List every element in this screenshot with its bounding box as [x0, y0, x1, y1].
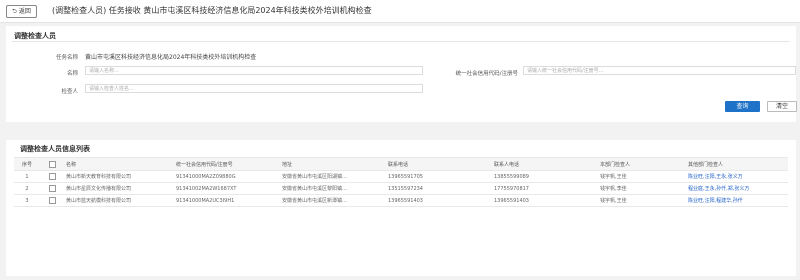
credit-code-input[interactable]: 请输入统一社会信用代码/注册号...	[523, 66, 796, 75]
row-address: 安徽省黄山市屯溪区新潭镇…	[280, 194, 386, 207]
row-name: 黄山市新天教育科技有限公司	[64, 170, 174, 183]
inspector-input[interactable]: 请输入检查人姓名...	[85, 84, 423, 93]
task-name-value: 黄山市屯溪区科技经济信息化局2024年科技类校外培训机构检查	[85, 54, 257, 61]
row-contact-phone: 17755970817	[492, 182, 598, 195]
col-address: 地址	[280, 157, 386, 171]
row-select[interactable]	[40, 182, 64, 195]
back-label: 返回	[18, 8, 31, 15]
query-button[interactable]: 查询	[725, 101, 760, 112]
row-address: 安徽省黄山市屯溪区黎阳镇…	[280, 182, 386, 195]
row-index: 2	[14, 182, 40, 195]
row-credit-code: 91341000MA2Z09880G	[174, 170, 280, 183]
row-checkbox[interactable]	[48, 185, 56, 192]
row-name: 黄山市蓝天航模科技有限公司	[64, 194, 174, 207]
other-inspector-link[interactable]: 陈业旺,汪阳,程建华,孙仟	[688, 198, 743, 204]
row-dept-inspector: 钱宇帆,王佳	[598, 170, 686, 183]
col-select-all[interactable]	[40, 157, 64, 171]
page-title: (调整检查人员) 任务接收 黄山市屯溪区科技经济信息化局2024年科技类校外培训…	[52, 6, 372, 15]
divider	[12, 41, 790, 42]
row-credit-code: 91341000MA2UC3I9H1	[174, 194, 280, 207]
row-other-inspector[interactable]: 陈业旺,汪阳,程建华,孙仟	[686, 194, 788, 207]
col-contact-phone: 联系人电话	[492, 157, 598, 171]
row-select[interactable]	[40, 194, 64, 207]
other-inspector-link[interactable]: 程业庭,王永,孙仟,郑,张义万	[688, 186, 749, 192]
col-credit-code: 统一社会信用代码/注册号	[174, 157, 280, 171]
list-title: 调整检查人员信息列表	[20, 145, 90, 153]
task-name-label: 任务名称	[55, 55, 78, 61]
name-label: 名称	[66, 71, 78, 77]
col-name: 名称	[64, 157, 174, 171]
credit-code-label: 统一社会信用代码/注册号	[455, 71, 518, 77]
table-row[interactable]: 1 黄山市新天教育科技有限公司 91341000MA2Z09880G 安徽省黄山…	[14, 170, 788, 183]
section-title: 调整检查人员	[14, 32, 56, 40]
arrow-left-icon: ⮌	[12, 8, 17, 15]
table-row[interactable]: 2 黄山市星辰文化传播有限公司 91341002MA2W1687XT 安徽省黄山…	[14, 182, 788, 195]
row-address: 安徽省黄山市屯溪区阳湖镇…	[280, 170, 386, 183]
col-other-inspector: 其他部门检查人	[686, 157, 788, 171]
row-checkbox[interactable]	[48, 173, 56, 180]
row-checkbox[interactable]	[48, 197, 56, 204]
back-button[interactable]: ⮌ 返回	[6, 5, 37, 18]
name-input[interactable]: 请输入名称...	[85, 66, 423, 75]
inspector-table: 序号 名称 统一社会信用代码/注册号 地址 联系电话 联系人电话 本部门检查人 …	[14, 157, 788, 207]
row-contact-phone: 13965591403	[492, 194, 598, 207]
clear-button[interactable]: 清空	[767, 101, 797, 112]
row-phone: 13515597234	[386, 182, 492, 195]
col-phone: 联系电话	[386, 157, 492, 171]
row-other-inspector[interactable]: 程业庭,王永,孙仟,郑,张义万	[686, 182, 788, 195]
row-index: 3	[14, 194, 40, 207]
inspector-label: 检查人	[61, 89, 78, 95]
row-index: 1	[14, 170, 40, 183]
row-name: 黄山市星辰文化传播有限公司	[64, 182, 174, 195]
table-row[interactable]: 3 黄山市蓝天航模科技有限公司 91341000MA2UC3I9H1 安徽省黄山…	[14, 194, 788, 207]
list-panel: 调整检查人员信息列表 序号 名称 统一社会信用代码/注册号 地址 联系电话 联系…	[6, 140, 796, 276]
row-phone: 13965591403	[386, 194, 492, 207]
top-bar: ⮌ 返回 (调整检查人员) 任务接收 黄山市屯溪区科技经济信息化局2024年科技类…	[0, 0, 800, 23]
other-inspector-link[interactable]: 陈业旺,汪阳,王永,张义万	[688, 174, 743, 180]
search-panel: 调整检查人员 任务名称 黄山市屯溪区科技经济信息化局2024年科技类校外培训机构…	[6, 26, 797, 122]
row-phone: 13965591705	[386, 170, 492, 183]
row-dept-inspector: 钱宇帆,王佳	[598, 194, 686, 207]
col-index: 序号	[14, 157, 40, 171]
row-credit-code: 91341002MA2W1687XT	[174, 182, 280, 195]
row-contact-phone: 13855599089	[492, 170, 598, 183]
row-dept-inspector: 钱宇帆,李佳	[598, 182, 686, 195]
select-all-checkbox[interactable]	[48, 160, 56, 168]
row-other-inspector[interactable]: 陈业旺,汪阳,王永,张义万	[686, 170, 788, 183]
col-dept-inspector: 本部门检查人	[598, 157, 686, 171]
row-select[interactable]	[40, 170, 64, 183]
table-header: 序号 名称 统一社会信用代码/注册号 地址 联系电话 联系人电话 本部门检查人 …	[14, 157, 788, 171]
